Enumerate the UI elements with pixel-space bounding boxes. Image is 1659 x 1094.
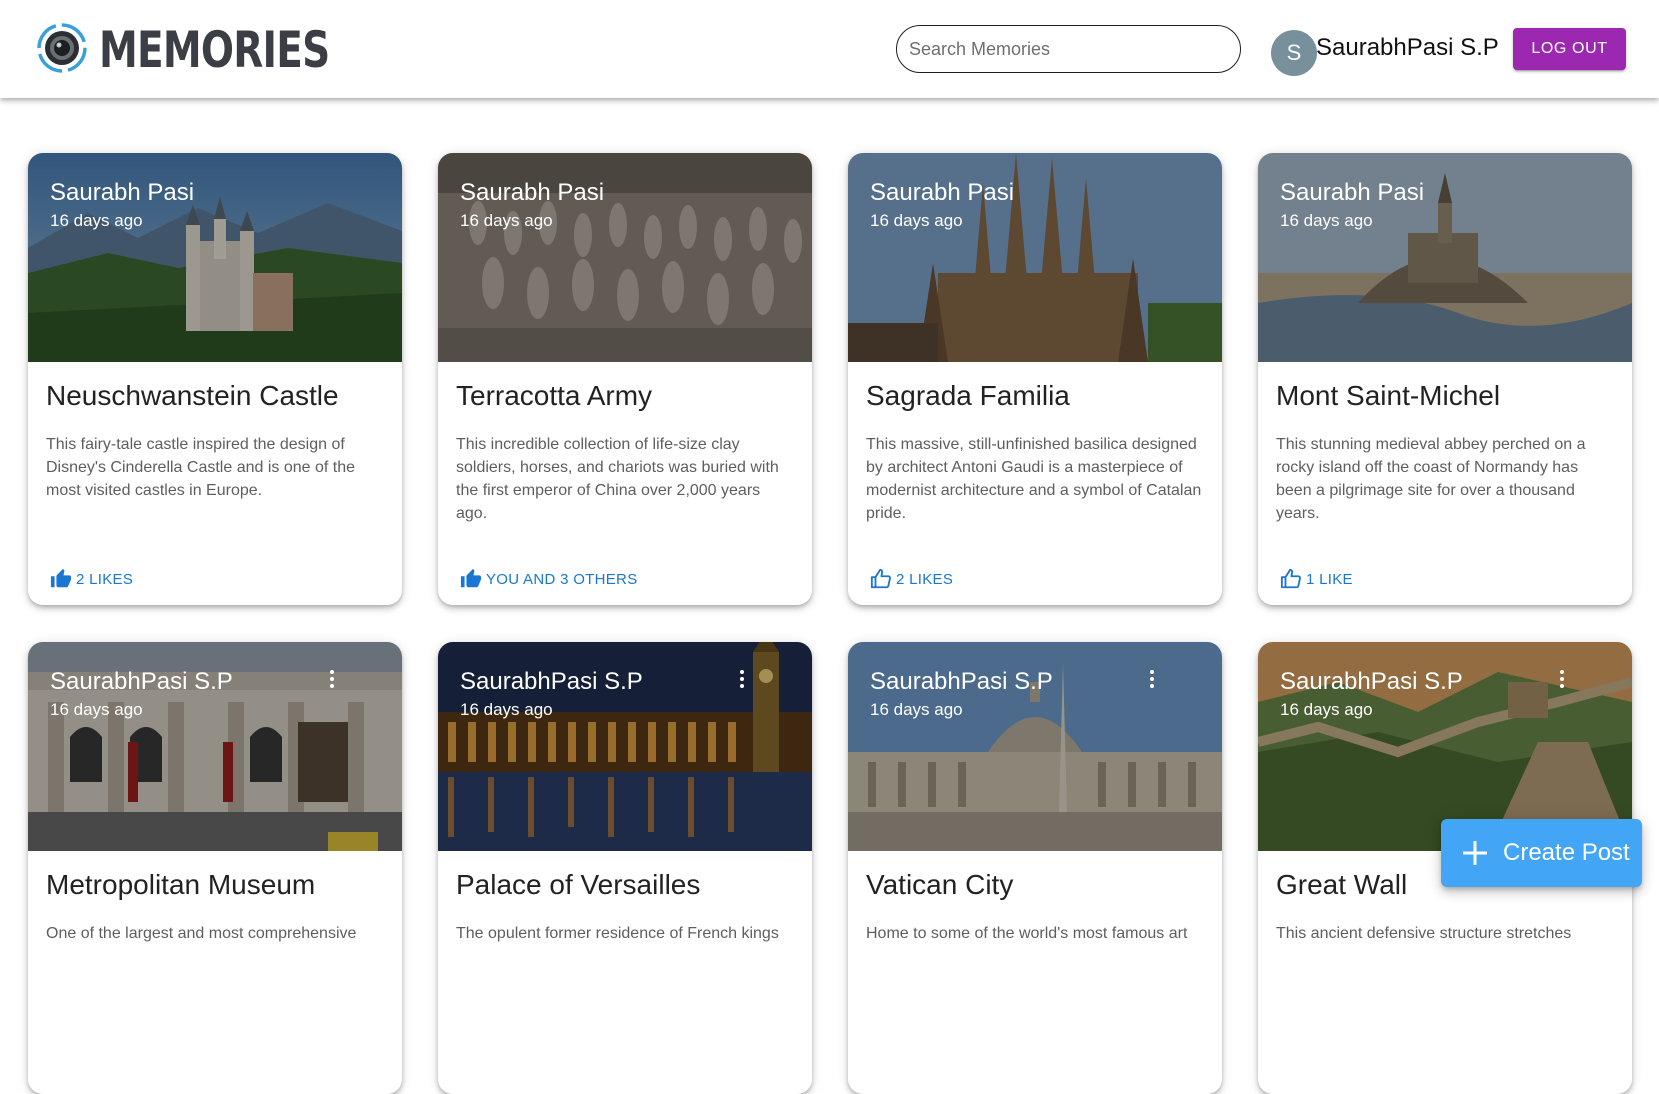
- post-author: SaurabhPasi S.P: [50, 668, 233, 695]
- post-title: Sagrada Familia: [866, 380, 1070, 411]
- post-time: 16 days ago: [460, 211, 553, 230]
- post-time: 16 days ago: [460, 700, 553, 719]
- more-options-icon[interactable]: [1558, 670, 1566, 692]
- post-author: SaurabhPasi S.P: [1280, 668, 1463, 695]
- like-button[interactable]: 2 LIKES: [50, 567, 133, 591]
- post-card: Saurabh Pasi 16 days ago Mont Saint-Mich…: [1258, 153, 1632, 605]
- post-author: Saurabh Pasi: [460, 179, 605, 206]
- create-post-button[interactable]: Create Post: [1441, 819, 1642, 887]
- like-button[interactable]: YOU AND 3 OTHERS: [460, 567, 638, 591]
- logout-button[interactable]: LOG OUT: [1513, 28, 1626, 70]
- like-count: YOU AND 3 OTHERS: [486, 570, 638, 588]
- more-options-icon[interactable]: [738, 670, 746, 692]
- app-bar: MEMORIES S SaurabhPasi S.P LOG OUT: [0, 0, 1659, 98]
- thumb-up-outline-icon: [1280, 568, 1301, 589]
- post-time: 16 days ago: [50, 211, 143, 230]
- like-count: 2 LIKES: [76, 570, 134, 588]
- post-card: Saurabh Pasi 16 days ago Terracotta Army…: [438, 153, 812, 605]
- post-card: SaurabhPasi S.P 16 days ago Vatican City…: [848, 642, 1222, 1094]
- post-card: SaurabhPasi S.P 16 days ago Palace of Ve…: [438, 642, 812, 1094]
- post-author: Saurabh Pasi: [870, 179, 1015, 206]
- camera-lens-icon[interactable]: [36, 22, 88, 74]
- post-card: Saurabh Pasi 16 days ago Sagrada Familia…: [848, 153, 1222, 605]
- post-author: SaurabhPasi S.P: [460, 668, 643, 695]
- post-title: Vatican City: [866, 869, 1014, 900]
- post-author: Saurabh Pasi: [50, 179, 195, 206]
- post-title: Palace of Versailles: [456, 869, 701, 900]
- post-description: One of the largest and most comprehensiv…: [46, 925, 357, 942]
- more-options-icon[interactable]: [1148, 670, 1156, 692]
- like-count: 1 LIKE: [1306, 570, 1353, 588]
- like-button[interactable]: 1 LIKE: [1280, 567, 1353, 591]
- thumb-up-outline-icon: [870, 568, 891, 589]
- post-author: Saurabh Pasi: [1280, 179, 1425, 206]
- like-count: 2 LIKES: [896, 570, 954, 588]
- avatar: S: [1271, 30, 1317, 76]
- thumb-up-filled-icon: [460, 568, 482, 588]
- post-description: Home to some of the world's most famous …: [866, 925, 1188, 942]
- posts-grid: Saurabh Pasi 16 days ago Neuschwanstein …: [0, 0, 1659, 1094]
- like-button[interactable]: 2 LIKES: [870, 567, 953, 591]
- post-time: 16 days ago: [1280, 700, 1373, 719]
- post-time: 16 days ago: [870, 700, 963, 719]
- post-author: SaurabhPasi S.P: [870, 668, 1053, 695]
- more-options-icon[interactable]: [328, 670, 336, 692]
- plus-icon: [1463, 841, 1487, 865]
- post-title: Neuschwanstein Castle: [46, 380, 339, 411]
- post-description: This fairy-tale castle inspired the desi…: [46, 436, 355, 499]
- post-time: 16 days ago: [870, 211, 963, 230]
- search-input[interactable]: [896, 25, 1241, 73]
- thumb-up-filled-icon: [50, 568, 72, 588]
- post-description: This ancient defensive structure stretch…: [1276, 925, 1572, 942]
- brand-title[interactable]: MEMORIES: [99, 23, 330, 77]
- post-time: 16 days ago: [1280, 211, 1373, 230]
- post-title: Metropolitan Museum: [46, 869, 316, 900]
- post-time: 16 days ago: [50, 700, 143, 719]
- post-title: Mont Saint-Michel: [1276, 380, 1501, 411]
- post-card: SaurabhPasi S.P 16 days ago Metropolitan…: [28, 642, 402, 1094]
- post-description: The opulent former residence of French k…: [456, 925, 779, 942]
- post-title: Terracotta Army: [456, 380, 653, 411]
- post-description: This massive, still-unfinished basilica …: [866, 436, 1202, 522]
- user-name: SaurabhPasi S.P: [1316, 34, 1499, 61]
- post-description: This stunning medieval abbey perched on …: [1276, 436, 1586, 522]
- post-title: Great Wall: [1276, 869, 1408, 900]
- post-description: This incredible collection of life-size …: [456, 436, 779, 522]
- create-post-label: Create Post: [1503, 839, 1630, 866]
- post-card: Saurabh Pasi 16 days ago Neuschwanstein …: [28, 153, 402, 605]
